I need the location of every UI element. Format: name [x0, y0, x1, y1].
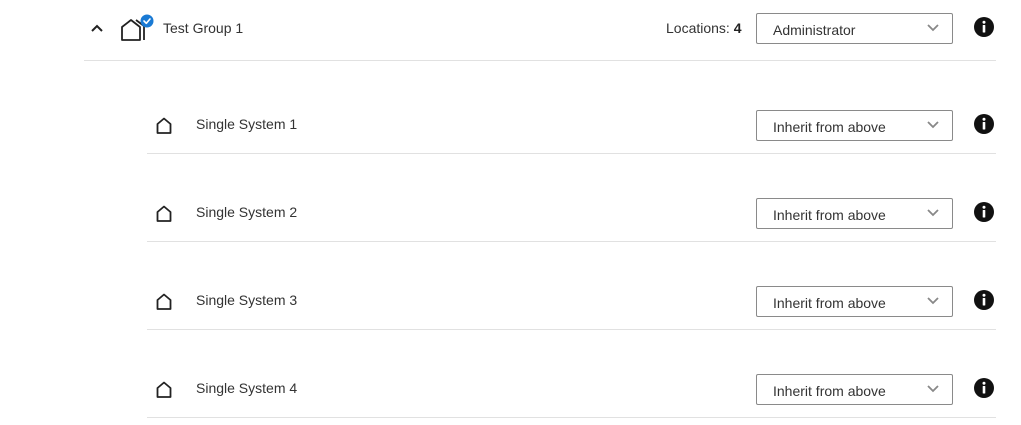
- chevron-down-icon: [927, 297, 939, 305]
- chevron-down-icon: [927, 24, 939, 32]
- system-role-value: Inherit from above: [773, 119, 886, 135]
- system-role-select[interactable]: Inherit from above: [756, 286, 953, 317]
- group-role-select[interactable]: Administrator: [756, 13, 953, 44]
- chevron-down-icon: [927, 385, 939, 393]
- info-icon[interactable]: [974, 202, 994, 222]
- house-icon: [156, 293, 172, 310]
- system-label: Single System 2: [196, 204, 298, 220]
- check-badge-icon: [140, 14, 154, 28]
- info-icon[interactable]: [974, 114, 994, 134]
- chevron-down-icon: [927, 121, 939, 129]
- house-icon: [156, 205, 172, 222]
- system-role-select[interactable]: Inherit from above: [756, 110, 953, 141]
- house-icon: [156, 381, 172, 398]
- system-label: Single System 1: [196, 116, 298, 132]
- chevron-down-icon: [927, 209, 939, 217]
- system-role-select[interactable]: Inherit from above: [756, 198, 953, 229]
- group-label: Test Group 1: [163, 20, 244, 36]
- system-role-value: Inherit from above: [773, 295, 886, 311]
- system-label: Single System 3: [196, 292, 298, 308]
- info-icon[interactable]: [974, 17, 994, 37]
- group-role-value: Administrator: [773, 22, 856, 38]
- house-icon: [156, 117, 172, 134]
- system-role-value: Inherit from above: [773, 383, 886, 399]
- info-icon[interactable]: [974, 378, 994, 398]
- system-row-4: Single System 4 Inherit from above: [147, 331, 996, 418]
- house-group-icon: [121, 14, 154, 41]
- system-role-value: Inherit from above: [773, 207, 886, 223]
- system-label: Single System 4: [196, 380, 298, 396]
- system-row-3: Single System 3 Inherit from above: [147, 243, 996, 330]
- system-row-1: Single System 1 Inherit from above: [147, 67, 996, 154]
- info-icon[interactable]: [974, 290, 994, 310]
- system-role-select[interactable]: Inherit from above: [756, 374, 953, 405]
- chevron-up-icon[interactable]: [89, 20, 105, 36]
- locations-count: Locations: 4: [666, 20, 742, 36]
- group-row: Test Group 1 Locations: 4 Administrator: [84, 0, 996, 61]
- system-row-2: Single System 2 Inherit from above: [147, 155, 996, 242]
